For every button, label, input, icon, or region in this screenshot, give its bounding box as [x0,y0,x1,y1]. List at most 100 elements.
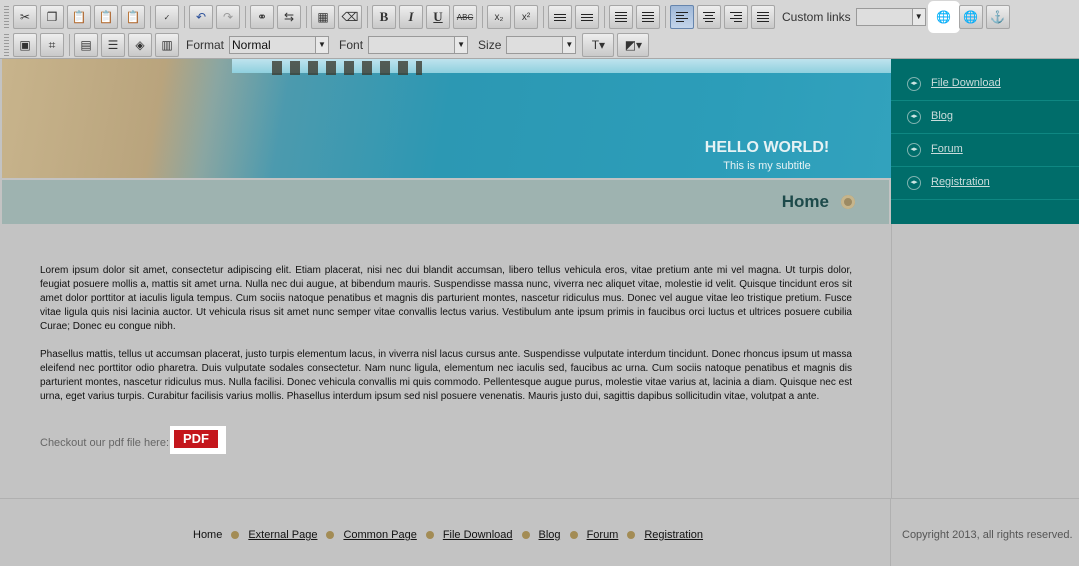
toolbar-separator [543,6,544,28]
outdent-icon[interactable] [609,5,633,29]
footer-link-home[interactable]: Home [193,529,222,541]
toolbar-grip[interactable] [4,6,9,28]
paste-word-icon[interactable]: 📋 [121,5,145,29]
strikethrough-button[interactable]: ABC [453,5,477,29]
toolbar-separator [69,34,70,56]
remove-format-icon[interactable]: ⌫ [338,5,362,29]
page-title: Home [781,192,829,211]
toolbar-separator [150,6,151,28]
toolbar-row-2: ▣ ⌗ ▤ ☰ ◈ ▥ Format Normal ▼ Font ▼ Size ▼… [4,31,652,59]
chevron-down-icon[interactable]: ▼ [315,37,329,53]
footer-link-registration[interactable]: Registration [644,529,703,541]
justify-icon[interactable] [751,5,775,29]
footer-link-common-page[interactable]: Common Page [343,529,416,541]
crop-icon[interactable]: ⌗ [40,33,64,57]
bold-icon: B [379,9,389,24]
footer: Home External Page Common Page File Down… [0,498,1079,566]
redo-icon[interactable]: ↷ [216,5,240,29]
undo-icon[interactable]: ↶ [189,5,213,29]
format-value: Normal [232,38,271,52]
footer-dot-icon [627,531,636,539]
numbered-list-icon[interactable] [548,5,572,29]
paste-text-icon[interactable]: 📋 [94,5,118,29]
footer-dot-icon [425,531,434,539]
sidebar-item-label[interactable]: Registration [931,176,990,188]
pdf-icon: PDF [174,430,218,448]
right-column [891,224,1079,498]
indent-icon[interactable] [636,5,660,29]
heading-dot-icon [841,195,855,209]
sidebar-item-label[interactable]: Blog [931,110,953,122]
size-select[interactable]: ▼ [506,36,577,54]
chevron-down-icon[interactable]: ▼ [562,37,576,53]
align-right-icon[interactable] [724,5,748,29]
bold-button[interactable]: B [372,5,396,29]
pdf-prompt-text: Checkout our pdf file here: [40,437,170,449]
text-color-icon[interactable]: T▾ [582,33,615,57]
chevron-down-icon[interactable]: ▼ [911,9,925,25]
horizontal-rule-icon[interactable]: ☰ [101,33,125,57]
replace-icon[interactable]: ⇆ [277,5,301,29]
background-color-icon[interactable]: ◩▾ [617,33,650,57]
bulleted-list-icon[interactable] [575,5,599,29]
find-icon[interactable]: ⚭ [250,5,274,29]
footer-link-external-page[interactable]: External Page [248,529,317,541]
footer-link-forum[interactable]: Forum [587,529,619,541]
arrows-icon: ◂▸ [907,176,921,190]
toolbar-grip[interactable] [4,34,9,56]
footer-dot-icon [326,531,335,539]
content-paragraph[interactable]: Lorem ipsum dolor sit amet, consectetur … [40,264,852,334]
sidebar-item-blog[interactable]: ◂▸ Blog [891,101,1079,134]
media-icon[interactable]: ◈ [128,33,152,57]
italic-icon: I [408,9,414,24]
anchor-icon[interactable]: ⚓ [985,5,1010,29]
arrows-icon: ◂▸ [907,77,921,91]
content-paragraph[interactable]: Phasellus mattis, tellus ut accumsan pla… [40,348,852,404]
sidebar-nav: ◂▸ File Download ◂▸ Blog ◂▸ Forum ◂▸ Reg… [891,59,1079,224]
toolbar-separator [665,6,666,28]
footer-links: Home External Page Common Page File Down… [193,529,703,541]
site-title: HELLO WORLD! [704,139,830,156]
spellcheck-icon[interactable]: ✓ [155,5,179,29]
footer-link-file-download[interactable]: File Download [443,529,513,541]
sidebar-item-forum[interactable]: ◂▸ Forum [891,134,1079,167]
site-subtitle: This is my subtitle [723,160,811,172]
insert-link-icon[interactable]: 🌐 [931,5,956,29]
footer-divider [890,498,891,566]
strikethrough-icon: ABC [456,12,474,22]
sidebar-item-label[interactable]: Forum [931,143,963,155]
footer-link-blog[interactable]: Blog [539,529,561,541]
sidebar-item-label[interactable]: File Download [931,77,1001,89]
unlink-icon[interactable]: 🌐 [958,5,983,29]
cut-icon[interactable]: ✂ [13,5,37,29]
toolbar-separator [482,6,483,28]
footer-dot-icon [521,531,530,539]
format-select[interactable]: Normal ▼ [229,36,330,54]
italic-button[interactable]: I [399,5,423,29]
select-all-icon[interactable]: ▦ [311,5,335,29]
main-content[interactable]: Lorem ipsum dolor sit amet, consectetur … [2,224,889,498]
arrows-icon: ◂▸ [907,143,921,157]
banner-huts [272,61,422,75]
sidebar-item-file-download[interactable]: ◂▸ File Download [891,68,1079,101]
table-icon[interactable]: ▤ [74,33,98,57]
underline-button[interactable]: U [426,5,450,29]
size-label: Size [478,38,502,52]
template-icon[interactable]: ▥ [155,33,179,57]
align-center-icon[interactable] [697,5,721,29]
superscript-icon[interactable]: x² [514,5,538,29]
header-banner-image: HELLO WORLD! This is my subtitle [2,59,891,178]
subscript-icon[interactable]: x₂ [487,5,511,29]
image-icon[interactable]: ▣ [13,33,37,57]
align-left-icon[interactable] [670,5,694,29]
toolbar-separator [604,6,605,28]
paste-icon[interactable]: 📋 [67,5,91,29]
toolbar-row-1: ✂ ❐ 📋 📋 📋 ✓ ↶ ↷ ⚭ ⇆ ▦ ⌫ B I U ABC x₂ x² [4,3,1013,31]
format-label: Format [186,38,225,52]
custom-links-select[interactable]: ▼ [855,8,926,26]
pdf-link[interactable]: PDF [170,426,226,454]
chevron-down-icon[interactable]: ▼ [454,37,468,53]
font-select[interactable]: ▼ [368,36,469,54]
copy-icon[interactable]: ❐ [40,5,64,29]
sidebar-item-registration[interactable]: ◂▸ Registration [891,167,1079,200]
